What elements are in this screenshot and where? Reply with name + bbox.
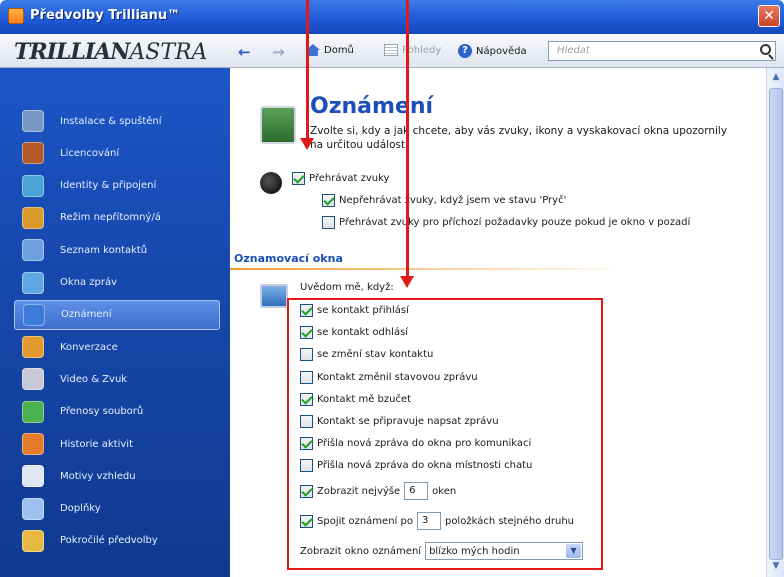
home-button[interactable]: Domů [306,44,354,56]
annotation-arrow-left [300,138,314,150]
sidebar-item[interactable]: Okna zpráv [14,268,220,298]
sidebar-item[interactable]: Režim nepřítomný/á [14,203,220,233]
help-icon: ? [458,44,472,58]
sidebar-item[interactable]: Doplňky [14,494,220,524]
help-button[interactable]: ? Nápověda [458,44,527,58]
away-icon [22,206,44,229]
not-when-away-option[interactable]: Nepřehrávat zvuky, když jsem ve stavu 'P… [322,194,566,207]
notify-me-label: Uvědom mě, když: [300,282,394,293]
sidebar-item-label: Konverzace [60,341,118,353]
sidebar-item-label: Oznámení [61,309,112,321]
app-icon [8,8,24,24]
search-placeholder: Hledat [557,45,590,56]
sidebar-item-label: Licencování [60,147,120,159]
annotation-box [287,298,603,570]
advanced-icon [22,529,44,552]
search-icon[interactable] [760,44,771,55]
home-label: Domů [324,44,354,56]
themes-icon [22,465,44,488]
play-sounds-option[interactable]: Přehrávat zvuky [292,172,389,185]
trillian-logo: TRILLIANASTRA [14,39,208,65]
sidebar-item-label: Historie aktivit [60,438,134,450]
background-only-checkbox[interactable] [322,216,335,229]
sidebar-item[interactable]: Historie aktivit [14,429,220,459]
sidebar-item[interactable]: Identity & připojení [14,171,220,201]
sidebar-item-label: Pokročilé předvolby [60,535,158,547]
notifications-header-icon [260,106,296,144]
background-only-option[interactable]: Přehrávat zvuky pro příchozí požadavky p… [322,216,690,229]
sidebar-item-label: Identity & připojení [60,180,157,192]
scroll-thumb[interactable] [769,88,783,560]
sidebar-item-label: Seznam kontaktů [60,244,148,256]
notifications-icon [23,303,45,326]
views-button[interactable]: Pohledy [384,44,441,56]
sidebar-item[interactable]: Seznam kontaktů [14,235,220,265]
contacts-icon [22,239,44,262]
message-windows-icon [22,271,44,294]
views-icon [384,44,398,56]
sidebar-item-label: Okna zpráv [60,277,118,288]
sidebar-item[interactable]: Přenosy souborů [14,397,220,427]
plugins-icon [22,497,44,520]
sidebar-item[interactable]: Oznámení [14,299,220,330]
title-bar: Předvolby Trillianu™ ✕ [0,0,784,34]
sidebar: Instalace & spuštění Licencování Identity … [0,68,230,577]
video-sound-icon [22,368,44,391]
sidebar-item-label: Video & Zvuk [60,373,128,385]
annotation-arrow-right [400,276,414,288]
annotation-line-left [306,0,309,140]
sidebar-item-label: Režim nepřítomný/á [60,212,161,224]
play-sounds-label: Přehrávat zvuky [309,173,390,184]
section-title: Oznamovací okna [230,250,766,270]
speaker-icon [260,172,282,194]
install-icon [22,110,44,132]
sidebar-item[interactable]: Konverzace [14,332,220,362]
forward-arrow-icon[interactable]: → [272,43,285,61]
sidebar-item[interactable]: Pokročilé předvolby [14,526,220,556]
scroll-down-icon[interactable]: ▼ [770,561,782,573]
close-button[interactable]: ✕ [758,5,780,27]
sidebar-item[interactable]: Instalace & spuštění [14,106,220,136]
not-when-away-label: Nepřehrávat zvuky, když jsem ve stavu 'P… [339,195,567,206]
search-input[interactable]: Hledat [548,41,776,61]
play-sounds-checkbox[interactable] [292,172,305,185]
sidebar-item-label: Přenosy souborů [60,406,144,418]
annotation-line-right [406,0,409,278]
sidebar-item-label: Motivy vzhledu [60,470,136,482]
page-description: Zvolte si, kdy a jak chcete, aby vás zvu… [310,125,728,151]
page-title: Oznámení [310,94,434,119]
scroll-up-icon[interactable]: ▲ [770,72,782,84]
sidebar-item[interactable]: Licencování [14,138,220,168]
background-only-label: Přehrávat zvuky pro příchozí požadavky p… [339,217,691,228]
license-icon [22,142,44,165]
toolbar: TRILLIANASTRA ← → Domů Pohledy ? Nápověd… [0,34,784,68]
file-transfer-icon [22,400,44,423]
sidebar-item-label: Instalace & spuštění [60,115,162,127]
vertical-scrollbar[interactable]: ▲ ▼ [766,68,784,577]
identity-icon [22,174,44,197]
history-icon [22,433,44,455]
sidebar-item-label: Doplňky [60,503,101,515]
not-when-away-checkbox[interactable] [322,194,335,207]
sidebar-item[interactable]: Motivy vzhledu [14,461,220,491]
window-title: Předvolby Trillianu™ [30,8,181,23]
back-arrow-icon[interactable]: ← [238,43,251,61]
help-label: Nápověda [476,45,527,57]
popup-window-icon [260,284,288,308]
sidebar-item[interactable]: Video & Zvuk [14,364,220,394]
conversation-icon [22,336,44,359]
